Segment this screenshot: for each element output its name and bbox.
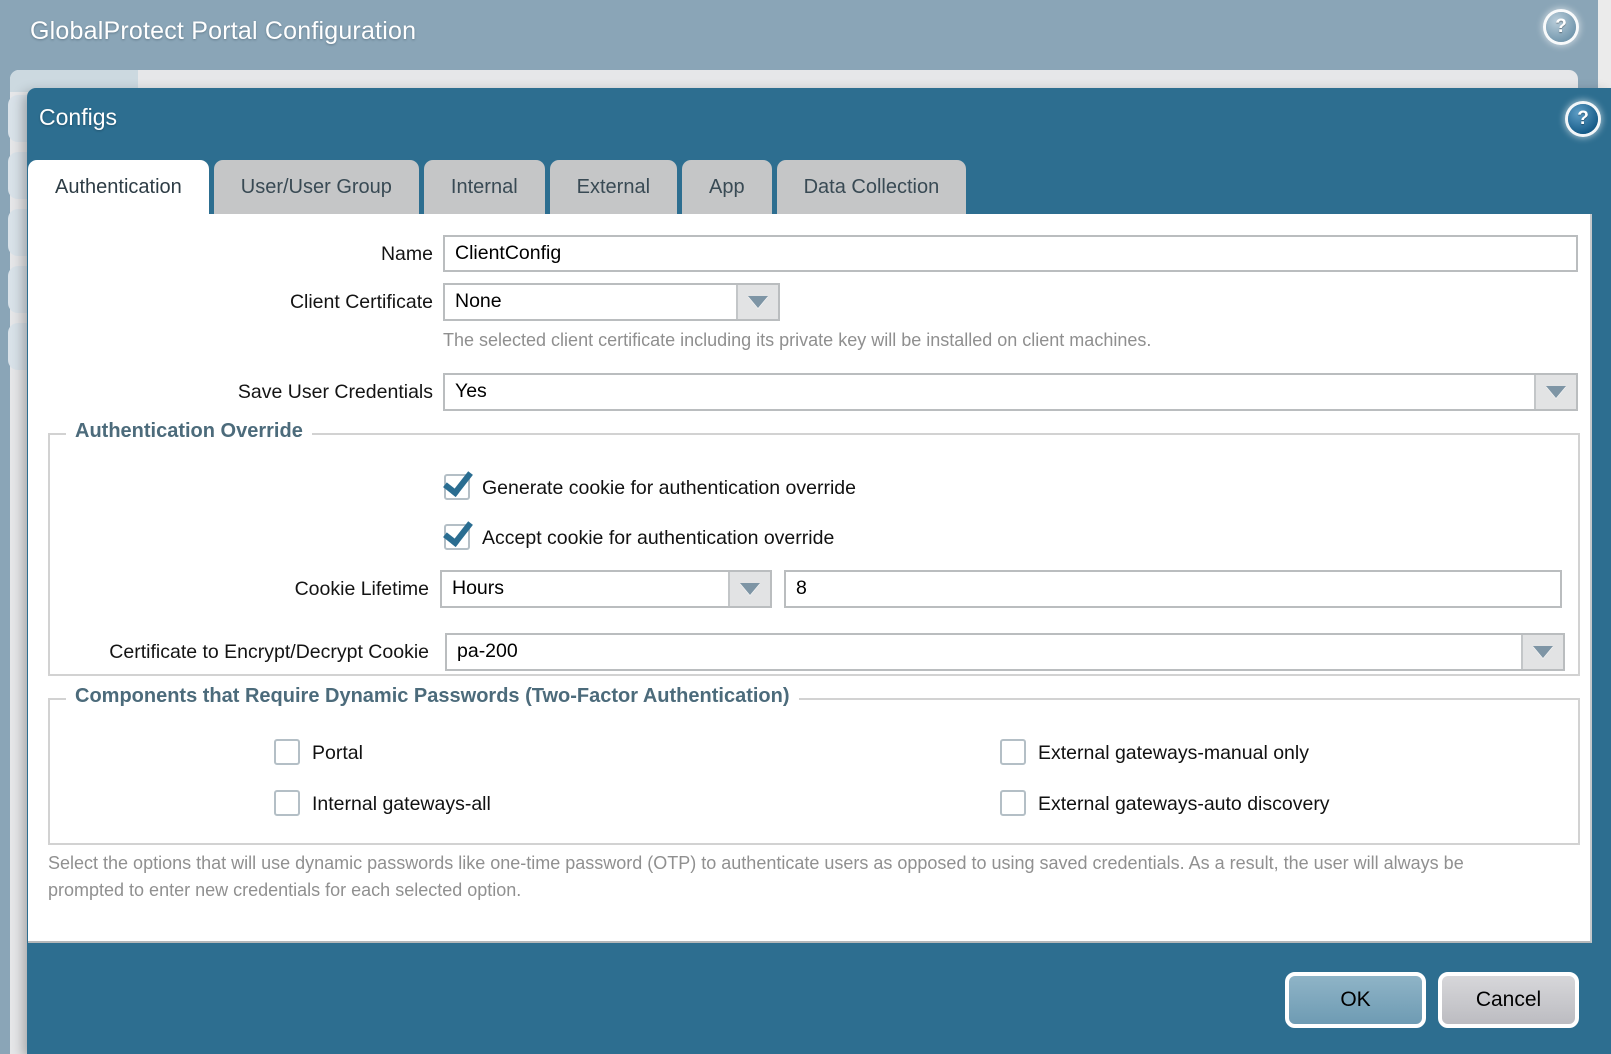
tab-strip: Authentication User/User Group Internal … <box>28 160 966 214</box>
chevron-down-icon <box>1546 386 1566 398</box>
chevron-down-icon <box>748 296 768 308</box>
dropdown-button[interactable] <box>1521 635 1563 669</box>
portal-label: Portal <box>312 742 363 765</box>
cookie-certificate-select[interactable]: pa-200 <box>445 633 1565 671</box>
name-input[interactable]: ClientConfig <box>443 235 1578 272</box>
window-title: GlobalProtect Portal Configuration <box>30 17 416 46</box>
dropdown-button[interactable] <box>736 285 778 319</box>
generate-cookie-label: Generate cookie for authentication overr… <box>482 477 856 500</box>
tab-data-collection[interactable]: Data Collection <box>777 160 967 214</box>
page-background: GlobalProtect Portal Configuration ? Con… <box>0 0 1611 1054</box>
help-icon[interactable]: ? <box>1568 104 1598 134</box>
accept-cookie-checkbox[interactable] <box>444 524 470 550</box>
two-factor-section: Components that Require Dynamic Password… <box>48 698 1580 845</box>
name-label: Name <box>40 243 433 266</box>
authentication-override-section: Authentication Override Generate cookie … <box>48 433 1580 676</box>
external-gateways-manual-label: External gateways-manual only <box>1038 742 1309 765</box>
cookie-lifetime-value: 8 <box>796 577 807 600</box>
background-side-tab <box>8 95 27 142</box>
cookie-lifetime-unit-value: Hours <box>452 577 504 600</box>
background-side-tab <box>8 266 27 313</box>
cookie-lifetime-unit-select[interactable]: Hours <box>440 570 772 608</box>
cookie-certificate-value: pa-200 <box>457 640 518 663</box>
tab-user-user-group[interactable]: User/User Group <box>214 160 419 214</box>
accept-cookie-label: Accept cookie for authentication overrid… <box>482 527 834 550</box>
cookie-certificate-label: Certificate to Encrypt/Decrypt Cookie <box>50 641 429 664</box>
dropdown-button[interactable] <box>1534 375 1576 409</box>
background-side-tab <box>8 152 27 199</box>
save-user-credentials-select[interactable]: Yes <box>443 373 1578 411</box>
dialog-title: Configs <box>39 104 117 131</box>
client-certificate-help-text: The selected client certificate includin… <box>443 330 1151 351</box>
configs-dialog: Configs ? Authentication User/User Group… <box>27 88 1611 1054</box>
two-factor-legend: Components that Require Dynamic Password… <box>66 685 799 708</box>
cookie-lifetime-label: Cookie Lifetime <box>50 578 429 601</box>
tab-internal[interactable]: Internal <box>424 160 545 214</box>
authentication-tab-panel: Name ClientConfig Client Certificate Non… <box>28 214 1592 943</box>
portal-checkbox[interactable] <box>274 739 300 765</box>
save-user-credentials-label: Save User Credentials <box>40 381 433 404</box>
background-side-tab <box>8 209 27 256</box>
authentication-override-legend: Authentication Override <box>66 420 312 443</box>
client-certificate-label: Client Certificate <box>40 291 433 314</box>
ok-button[interactable]: OK <box>1285 972 1426 1028</box>
tab-external[interactable]: External <box>550 160 677 214</box>
external-gateways-manual-checkbox[interactable] <box>1000 739 1026 765</box>
tab-app[interactable]: App <box>682 160 772 214</box>
internal-gateways-all-label: Internal gateways-all <box>312 793 491 816</box>
external-gateways-auto-checkbox[interactable] <box>1000 790 1026 816</box>
portal-configuration-titlebar: GlobalProtect Portal Configuration <box>0 0 1598 62</box>
dropdown-button[interactable] <box>728 572 770 606</box>
client-certificate-value: None <box>455 290 502 313</box>
tab-authentication[interactable]: Authentication <box>28 160 209 218</box>
external-gateways-auto-label: External gateways-auto discovery <box>1038 793 1330 816</box>
internal-gateways-all-checkbox[interactable] <box>274 790 300 816</box>
cancel-button[interactable]: Cancel <box>1438 972 1579 1028</box>
chevron-down-icon <box>740 583 760 595</box>
two-factor-note: Select the options that will use dynamic… <box>48 850 1540 904</box>
save-user-credentials-value: Yes <box>455 380 487 403</box>
client-certificate-select[interactable]: None <box>443 283 780 321</box>
background-side-tab <box>8 323 27 370</box>
help-icon[interactable]: ? <box>1546 12 1576 42</box>
name-value: ClientConfig <box>455 242 561 265</box>
cookie-lifetime-value-input[interactable]: 8 <box>784 570 1562 608</box>
chevron-down-icon <box>1533 646 1553 658</box>
generate-cookie-checkbox[interactable] <box>444 474 470 500</box>
